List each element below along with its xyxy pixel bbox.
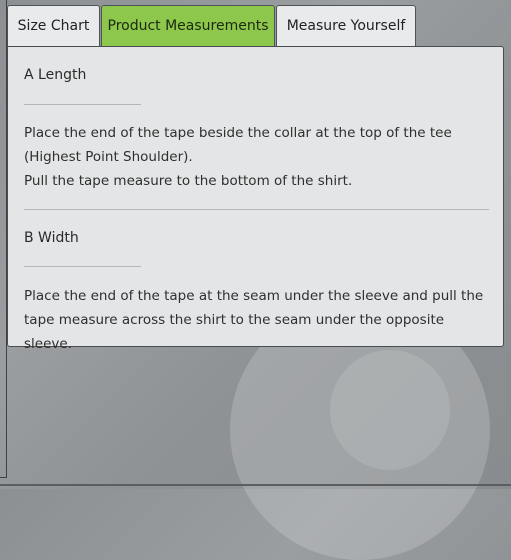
section-text-length: Place the end of the tape beside the col… (24, 121, 489, 193)
instruction-line: Place the end of the tape at the seam un… (24, 288, 484, 352)
section-text-width: Place the end of the tape at the seam un… (24, 284, 489, 356)
tab-size-chart[interactable]: Size Chart (7, 5, 100, 46)
tab-measure-yourself[interactable]: Measure Yourself (276, 5, 416, 46)
section-separator (24, 209, 489, 210)
section-divider (24, 266, 141, 267)
instruction-line: Pull the tape measure to the bottom of t… (24, 173, 353, 189)
outer-frame-edge (0, 0, 7, 478)
section-divider (24, 104, 141, 105)
tab-bar: Size Chart Product Measurements Measure … (7, 5, 417, 47)
instruction-line: Place the end of the tape beside the col… (24, 125, 452, 165)
tab-product-measurements[interactable]: Product Measurements (101, 5, 275, 46)
measurements-panel: A Length Place the end of the tape besid… (7, 46, 504, 352)
background-shape (330, 350, 450, 470)
section-title-width: B Width (24, 230, 79, 246)
section-title-length: A Length (24, 67, 87, 83)
bottom-border (0, 484, 511, 486)
